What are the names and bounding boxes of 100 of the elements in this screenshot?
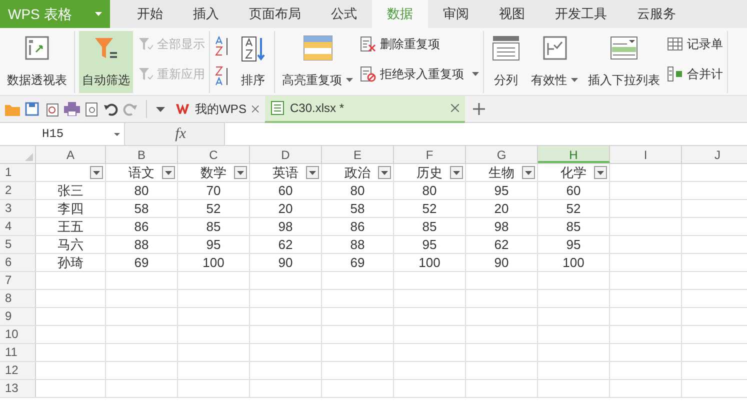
ribbon-button[interactable]: 记录单 bbox=[667, 35, 723, 53]
ribbon-tab[interactable]: 开始 bbox=[122, 0, 178, 28]
filter-dropdown-button[interactable] bbox=[450, 166, 463, 179]
ribbon-button[interactable]: 自动筛选 bbox=[79, 31, 133, 93]
column-header[interactable]: B bbox=[106, 146, 178, 163]
logo-icon bbox=[176, 103, 190, 115]
row-header[interactable]: 13 bbox=[0, 380, 36, 397]
ribbon-button[interactable]: 拒绝录入重复项 bbox=[360, 65, 479, 83]
caret-icon bbox=[95, 12, 102, 16]
sort-icon bbox=[239, 35, 267, 63]
column-header[interactable]: D bbox=[250, 146, 322, 163]
row-header[interactable]: 9 bbox=[0, 308, 36, 325]
filter-icon bbox=[137, 36, 153, 52]
print-icon[interactable] bbox=[64, 102, 80, 116]
table-cell-text: 80 bbox=[134, 182, 149, 200]
column-header[interactable]: E bbox=[322, 146, 394, 163]
text-columns-icon bbox=[491, 35, 521, 61]
table-cell-text: 52 bbox=[422, 200, 437, 218]
ribbon-button[interactable]: 数据透视表 bbox=[4, 31, 70, 93]
function-button[interactable]: fx bbox=[175, 122, 186, 146]
table-cell-text: 70 bbox=[206, 182, 221, 200]
merge-icon bbox=[667, 66, 683, 82]
table-cell-text: 69 bbox=[350, 254, 365, 272]
row-header[interactable]: 1 bbox=[0, 164, 36, 181]
table-cell-text: 90 bbox=[278, 254, 293, 272]
table-cell-text: 李四 bbox=[58, 200, 84, 218]
column-header[interactable]: C bbox=[178, 146, 250, 163]
caret-icon bbox=[114, 132, 120, 136]
row-header[interactable]: 3 bbox=[0, 200, 36, 217]
table-cell-text: 95 bbox=[206, 236, 221, 254]
ribbon-button[interactable]: 插入下拉列表 bbox=[585, 31, 663, 93]
caret-icon[interactable] bbox=[156, 106, 165, 112]
ribbon-button[interactable]: 删除重复项 bbox=[360, 35, 479, 53]
table-cell-text: 86 bbox=[350, 218, 365, 236]
filter-dropdown-button[interactable] bbox=[90, 166, 103, 179]
table-cell-text: 86 bbox=[134, 218, 149, 236]
table-cell-text: 历史 bbox=[416, 164, 442, 182]
document-tab[interactable]: 我的WPS bbox=[170, 96, 265, 122]
column-header[interactable]: F bbox=[394, 146, 466, 163]
row-header[interactable]: 6 bbox=[0, 254, 36, 271]
corner-triangle-icon bbox=[25, 153, 33, 161]
row-header[interactable]: 2 bbox=[0, 182, 36, 199]
ribbon-tab[interactable]: 审阅 bbox=[428, 0, 484, 28]
table-cell-text: 100 bbox=[418, 254, 440, 272]
filter-dropdown-button[interactable] bbox=[162, 166, 175, 179]
dropdown-list-icon bbox=[609, 35, 639, 61]
ribbon-button[interactable]: 合并计 bbox=[667, 65, 723, 83]
table-cell-text: 孙琦 bbox=[58, 254, 84, 272]
filter-dropdown-button[interactable] bbox=[378, 166, 391, 179]
ribbon-tab[interactable]: 页面布局 bbox=[234, 0, 316, 28]
table-cell-text: 政治 bbox=[344, 164, 370, 182]
table-cell-text: 化学 bbox=[560, 164, 586, 182]
ribbon-button[interactable]: 有效性 bbox=[528, 31, 581, 93]
table-cell-text: 60 bbox=[278, 182, 293, 200]
filter-dropdown-button[interactable] bbox=[234, 166, 247, 179]
close-icon[interactable] bbox=[252, 105, 259, 113]
ribbon-tab[interactable]: 公式 bbox=[316, 0, 372, 28]
row-header[interactable]: 10 bbox=[0, 326, 36, 343]
table-cell-text: 88 bbox=[134, 236, 149, 254]
table-cell-text: 95 bbox=[566, 236, 581, 254]
reject-rows-icon bbox=[360, 66, 376, 82]
table-cell-text: 90 bbox=[494, 254, 509, 272]
table-cell-text: 张三 bbox=[58, 182, 84, 200]
row-header[interactable]: 7 bbox=[0, 272, 36, 289]
caret-icon bbox=[571, 78, 578, 82]
column-header[interactable]: H bbox=[538, 146, 610, 163]
undo-icon[interactable] bbox=[104, 102, 118, 116]
caret-icon bbox=[472, 72, 479, 76]
ribbon-tab[interactable]: 开发工具 bbox=[540, 0, 622, 28]
table-cell-text: 80 bbox=[350, 182, 365, 200]
row-header[interactable]: 5 bbox=[0, 236, 36, 253]
column-header[interactable]: I bbox=[610, 146, 682, 163]
filter-dropdown-button[interactable] bbox=[306, 166, 319, 179]
add-tab-icon[interactable] bbox=[473, 103, 485, 115]
spreadsheet-icon bbox=[271, 101, 284, 115]
ribbon-button[interactable]: 分列 bbox=[488, 31, 524, 93]
ribbon-tab[interactable]: 视图 bbox=[484, 0, 540, 28]
caret-icon bbox=[453, 170, 460, 174]
document-tab[interactable]: C30.xlsx * bbox=[265, 96, 465, 122]
table-cell-text: 20 bbox=[278, 200, 293, 218]
table-cell-text: 数学 bbox=[200, 164, 226, 182]
row-header[interactable]: 8 bbox=[0, 290, 36, 307]
save-icon[interactable] bbox=[25, 102, 39, 116]
close-icon[interactable] bbox=[451, 104, 459, 112]
row-header[interactable]: 12 bbox=[0, 362, 36, 379]
column-header[interactable]: A bbox=[36, 146, 106, 163]
ribbon-button[interactable]: 高亮重复项 bbox=[279, 31, 356, 93]
filter-dropdown-button[interactable] bbox=[522, 166, 535, 179]
caret-icon bbox=[525, 170, 532, 174]
table-cell-text: 100 bbox=[202, 254, 224, 272]
row-header[interactable]: 11 bbox=[0, 344, 36, 361]
ribbon-tab[interactable]: 云服务 bbox=[622, 0, 691, 28]
ribbon-tab[interactable]: 插入 bbox=[178, 0, 234, 28]
table-cell-text: 95 bbox=[494, 182, 509, 200]
ribbon-button[interactable]: 排序 bbox=[236, 31, 270, 93]
row-header[interactable]: 4 bbox=[0, 218, 36, 235]
table-cell-text: 王五 bbox=[58, 218, 84, 236]
table-icon bbox=[302, 35, 332, 61]
column-header[interactable]: J bbox=[682, 146, 747, 163]
filter-dropdown-button[interactable] bbox=[594, 166, 607, 179]
